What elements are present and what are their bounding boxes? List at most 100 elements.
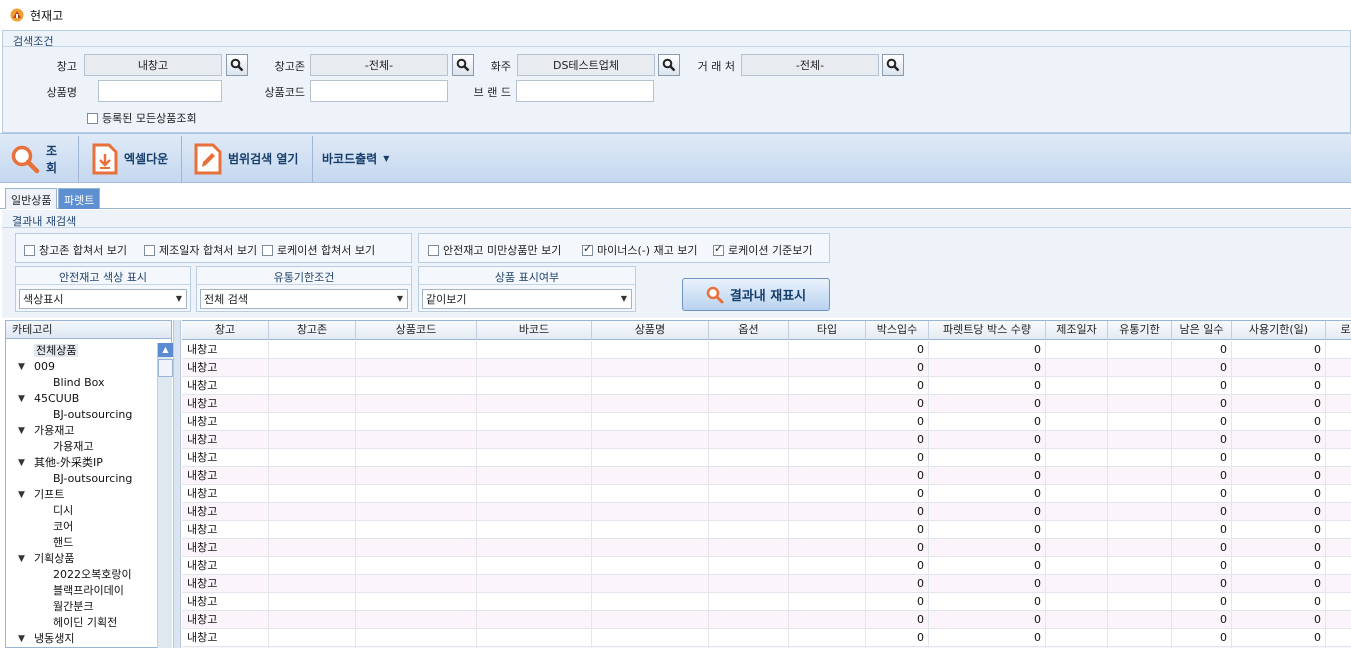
table-cell[interactable]: 내창고	[182, 485, 269, 502]
scroll-thumb[interactable]	[158, 359, 173, 377]
table-cell[interactable]	[789, 377, 866, 394]
table-cell[interactable]	[1046, 449, 1108, 466]
table-cell[interactable]: 0	[866, 629, 929, 646]
table-cell[interactable]	[269, 377, 356, 394]
table-cell[interactable]: 0	[1232, 359, 1326, 376]
table-cell[interactable]: 내창고	[182, 467, 269, 484]
panel-splitter[interactable]	[173, 320, 181, 648]
table-cell[interactable]	[789, 557, 866, 574]
table-cell[interactable]: 0	[929, 395, 1046, 412]
table-cell[interactable]: 내창고	[182, 629, 269, 646]
table-cell[interactable]	[1108, 485, 1172, 502]
table-cell[interactable]	[789, 395, 866, 412]
table-cell[interactable]: 내창고	[182, 557, 269, 574]
table-cell[interactable]: 0	[1232, 485, 1326, 502]
table-cell[interactable]: 내창고	[182, 503, 269, 520]
table-cell[interactable]	[1046, 593, 1108, 610]
expand-chevron-icon[interactable]: ▼	[18, 631, 28, 647]
table-cell[interactable]	[1046, 575, 1108, 592]
checkbox-box[interactable]	[582, 242, 593, 256]
table-cell[interactable]	[592, 539, 709, 556]
table-cell[interactable]: 0	[1232, 395, 1326, 412]
table-cell[interactable]	[1326, 413, 1351, 430]
table-cell[interactable]	[1326, 629, 1351, 646]
table-cell[interactable]: 0	[1172, 521, 1232, 538]
table-cell[interactable]	[356, 359, 477, 376]
table-row[interactable]: 내창고0000	[182, 341, 1351, 359]
table-cell[interactable]	[789, 467, 866, 484]
table-cell[interactable]	[1046, 629, 1108, 646]
checkbox-box[interactable]	[144, 244, 155, 256]
table-cell[interactable]	[356, 431, 477, 448]
table-cell[interactable]: 0	[1232, 575, 1326, 592]
table-cell[interactable]: 0	[1172, 359, 1232, 376]
table-cell[interactable]: 0	[866, 467, 929, 484]
checkbox-box[interactable]	[24, 244, 35, 256]
table-cell[interactable]: 내창고	[182, 413, 269, 430]
table-cell[interactable]	[1046, 485, 1108, 502]
table-cell[interactable]: 0	[1172, 539, 1232, 556]
table-cell[interactable]	[269, 575, 356, 592]
checkbox-box[interactable]	[87, 112, 98, 124]
table-cell[interactable]: 0	[1232, 413, 1326, 430]
table-cell[interactable]	[1046, 377, 1108, 394]
table-cell[interactable]	[592, 341, 709, 358]
column-header[interactable]: 상품명	[592, 321, 709, 340]
table-cell[interactable]	[356, 557, 477, 574]
table-cell[interactable]	[477, 341, 592, 358]
table-cell[interactable]	[709, 485, 789, 502]
table-cell[interactable]: 0	[1172, 557, 1232, 574]
column-header[interactable]: 창고	[182, 321, 269, 340]
table-cell[interactable]	[789, 575, 866, 592]
table-cell[interactable]	[709, 575, 789, 592]
table-row[interactable]: 내창고0000	[182, 503, 1351, 521]
table-cell[interactable]: 0	[1172, 413, 1232, 430]
table-cell[interactable]	[356, 503, 477, 520]
category-item[interactable]: ▼ 009	[18, 359, 55, 375]
table-cell[interactable]	[1108, 629, 1172, 646]
table-cell[interactable]	[269, 593, 356, 610]
table-cell[interactable]	[477, 593, 592, 610]
table-cell[interactable]	[269, 503, 356, 520]
table-cell[interactable]	[1046, 431, 1108, 448]
table-cell[interactable]	[1326, 341, 1351, 358]
table-cell[interactable]	[709, 377, 789, 394]
table-cell[interactable]: 0	[1172, 449, 1232, 466]
table-cell[interactable]	[709, 611, 789, 628]
expand-chevron-icon[interactable]: ▼	[18, 455, 28, 471]
table-cell[interactable]	[356, 593, 477, 610]
table-cell[interactable]: 0	[1172, 395, 1232, 412]
table-cell[interactable]	[1326, 503, 1351, 520]
table-cell[interactable]	[269, 611, 356, 628]
display-select[interactable]: 같이보기 ▼	[422, 289, 632, 309]
table-cell[interactable]	[477, 467, 592, 484]
table-cell[interactable]	[1108, 539, 1172, 556]
table-cell[interactable]	[1326, 431, 1351, 448]
table-cell[interactable]	[709, 341, 789, 358]
table-cell[interactable]	[1108, 503, 1172, 520]
column-header[interactable]: 로	[1326, 321, 1351, 340]
table-cell[interactable]: 0	[929, 575, 1046, 592]
table-row[interactable]: 내창고0000	[182, 593, 1351, 611]
table-cell[interactable]	[592, 575, 709, 592]
table-cell[interactable]: 0	[929, 557, 1046, 574]
table-cell[interactable]	[356, 341, 477, 358]
table-row[interactable]: 내창고0000	[182, 521, 1351, 539]
table-cell[interactable]	[1326, 467, 1351, 484]
table-cell[interactable]: 0	[929, 503, 1046, 520]
table-cell[interactable]: 내창고	[182, 359, 269, 376]
category-item[interactable]: 핸드	[53, 535, 73, 551]
table-cell[interactable]: 0	[1232, 593, 1326, 610]
search-button[interactable]: 조회	[2, 134, 76, 183]
table-cell[interactable]	[789, 539, 866, 556]
table-cell[interactable]	[1108, 521, 1172, 538]
table-cell[interactable]: 0	[866, 557, 929, 574]
table-cell[interactable]: 0	[1172, 431, 1232, 448]
table-cell[interactable]	[709, 431, 789, 448]
table-cell[interactable]	[1326, 539, 1351, 556]
table-cell[interactable]: 0	[929, 593, 1046, 610]
table-cell[interactable]	[477, 539, 592, 556]
table-cell[interactable]: 0	[1232, 521, 1326, 538]
expand-chevron-icon[interactable]: ▼	[18, 551, 28, 567]
table-row[interactable]: 내창고0000	[182, 539, 1351, 557]
